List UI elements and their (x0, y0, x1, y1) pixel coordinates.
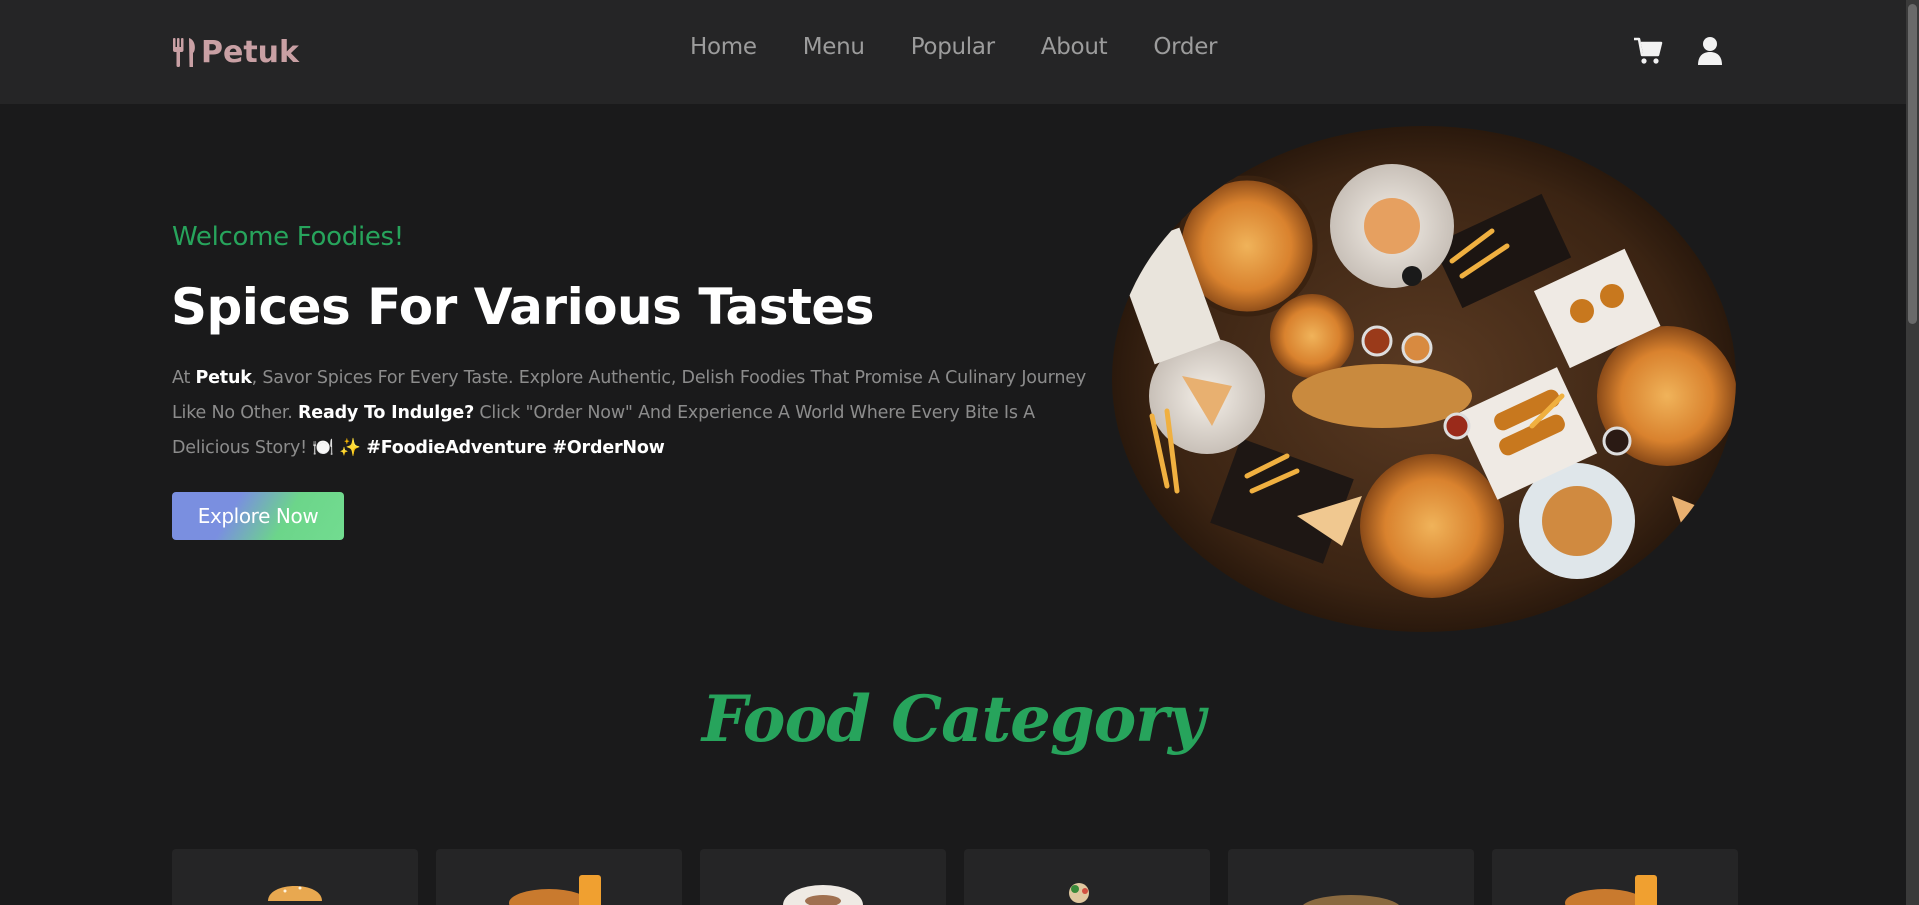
nav-menu[interactable]: Menu (803, 34, 865, 60)
brand-name: Petuk (201, 34, 299, 70)
category-card[interactable] (1228, 849, 1474, 905)
desc-brand: Petuk (195, 368, 252, 388)
user-icon[interactable] (1695, 36, 1725, 66)
category-card[interactable] (1492, 849, 1738, 905)
nav-about[interactable]: About (1041, 34, 1108, 60)
category-card[interactable] (964, 849, 1210, 905)
category-card[interactable] (172, 849, 418, 905)
burger-icon (268, 886, 322, 901)
meal-drink-icon (509, 875, 601, 905)
fork-knife-icon (173, 38, 195, 67)
category-card[interactable] (700, 849, 946, 905)
dessert-icon (1069, 883, 1089, 903)
hero-welcome: Welcome Foodies! (172, 222, 404, 252)
hero-description: At Petuk, Savor Spices For Every Taste. … (172, 361, 1092, 466)
scrollbar[interactable] (1906, 0, 1919, 905)
category-card[interactable] (436, 849, 682, 905)
cart-icon[interactable] (1633, 36, 1663, 66)
desc-strong: Ready To Indulge? (298, 403, 475, 423)
category-cards (172, 849, 1738, 905)
meal-drink-icon (1565, 875, 1657, 905)
page: Petuk Home Menu Popular About Order Welc… (0, 0, 1919, 905)
bread-icon (1303, 895, 1399, 905)
food-category-title: Food Category (701, 682, 1205, 757)
explore-now-button[interactable]: Explore Now (172, 492, 344, 540)
hero-food-image (1112, 126, 1736, 632)
main-nav: Home Menu Popular About Order (690, 34, 1263, 60)
site-header: Petuk Home Menu Popular About Order (0, 0, 1906, 104)
nav-home[interactable]: Home (690, 34, 757, 60)
hero-title: Spices For Various Tastes (171, 278, 875, 336)
desc-hashtags: #FoodieAdventure #OrderNow (366, 438, 665, 458)
nav-popular[interactable]: Popular (911, 34, 995, 60)
desc-text-1: At (172, 368, 196, 388)
nav-order[interactable]: Order (1153, 34, 1217, 60)
scrollbar-thumb[interactable] (1908, 4, 1917, 324)
plate-icon (783, 885, 863, 905)
brand-logo[interactable]: Petuk (171, 32, 299, 72)
